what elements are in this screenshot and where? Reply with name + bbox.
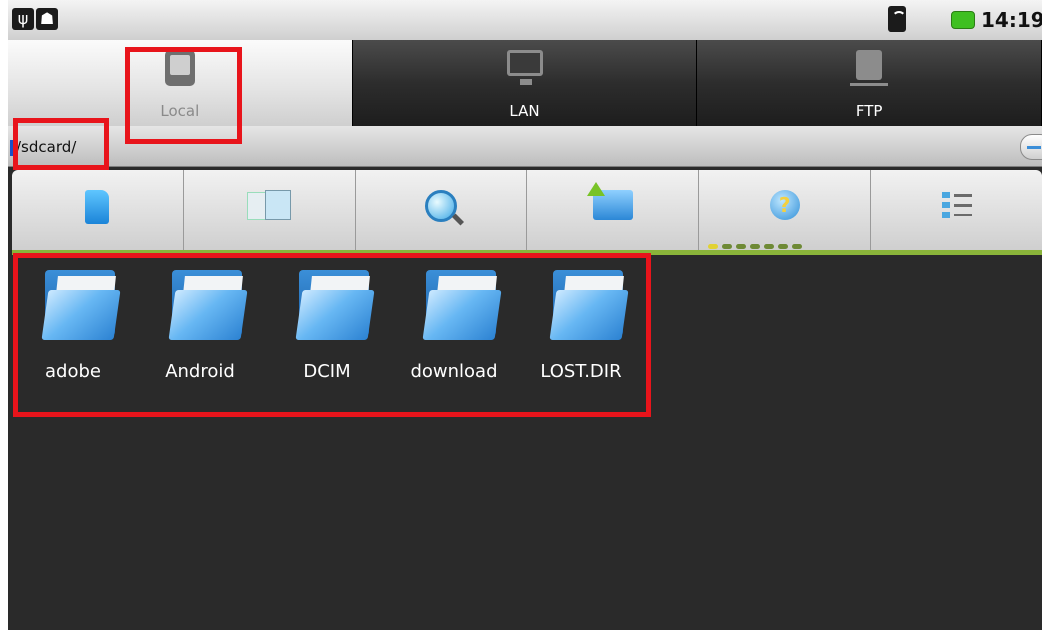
- battery-icon: [951, 11, 975, 29]
- search-icon: [425, 190, 458, 222]
- path-bar: /sdcard/: [8, 126, 1042, 167]
- search-button[interactable]: [356, 170, 528, 250]
- location-tabs: Local LAN FTP: [8, 40, 1042, 126]
- folder-item[interactable]: Android: [145, 265, 255, 385]
- list-view-icon: [941, 190, 972, 220]
- pager-dot: [722, 244, 732, 249]
- folder-name: adobe: [45, 361, 101, 382]
- copy-icon: [247, 190, 292, 220]
- current-path[interactable]: /sdcard/: [16, 138, 76, 156]
- monitor-icon: [506, 50, 543, 85]
- folder-icon: [168, 270, 248, 340]
- folder-name: Android: [165, 361, 235, 382]
- pager-dot: [792, 244, 802, 249]
- list-view-button[interactable]: [871, 170, 1042, 250]
- pager-dot: [708, 244, 718, 249]
- sdcard-button[interactable]: [12, 170, 184, 250]
- toolbar: ?: [12, 170, 1042, 255]
- path-marker: [10, 140, 14, 156]
- tab-label: Local: [160, 102, 200, 120]
- android-icon: ☗: [36, 8, 58, 30]
- folder-item[interactable]: LOST.DIR: [526, 265, 636, 385]
- copy-button[interactable]: [184, 170, 356, 250]
- sdcard-icon: [85, 190, 110, 224]
- server-icon: [850, 50, 889, 86]
- up-folder-button[interactable]: [527, 170, 700, 250]
- tablet-icon: [164, 50, 195, 86]
- up-folder-icon: [586, 182, 633, 220]
- folder-icon: [422, 270, 502, 340]
- pager-dot: [750, 244, 760, 249]
- screen: ψ ☗ 14:19 Local LAN FTP /sdcard/ ? adobe…: [8, 0, 1042, 630]
- tab-ftp[interactable]: FTP: [697, 40, 1042, 126]
- file-grid: adobe Android DCIM download LOST.DIR: [8, 255, 648, 405]
- pager-dot: [736, 244, 746, 249]
- folder-name: LOST.DIR: [540, 361, 622, 382]
- tab-lan[interactable]: LAN: [352, 40, 698, 126]
- folder-icon: [41, 270, 121, 340]
- folder-name: DCIM: [303, 361, 351, 382]
- folder-name: download: [410, 361, 498, 382]
- help-icon: ?: [769, 190, 800, 220]
- tab-label: LAN: [509, 102, 540, 120]
- pager-dot: [764, 244, 774, 249]
- folder-icon: [549, 270, 629, 340]
- folder-item[interactable]: adobe: [18, 265, 128, 385]
- tab-local[interactable]: Local: [8, 40, 353, 126]
- folder-item[interactable]: download: [399, 265, 509, 385]
- usb-icon: ψ: [12, 8, 34, 30]
- folder-item[interactable]: DCIM: [272, 265, 382, 385]
- pager-dot: [778, 244, 788, 249]
- wifi-icon: [888, 6, 906, 32]
- folder-icon: [295, 270, 375, 340]
- collapse-button[interactable]: [1020, 134, 1042, 160]
- help-button[interactable]: ?: [699, 170, 872, 250]
- clock: 14:19: [981, 8, 1042, 32]
- tab-label: FTP: [855, 102, 883, 120]
- status-bar: ψ ☗ 14:19: [8, 0, 1042, 41]
- toolbar-pager: [708, 244, 802, 249]
